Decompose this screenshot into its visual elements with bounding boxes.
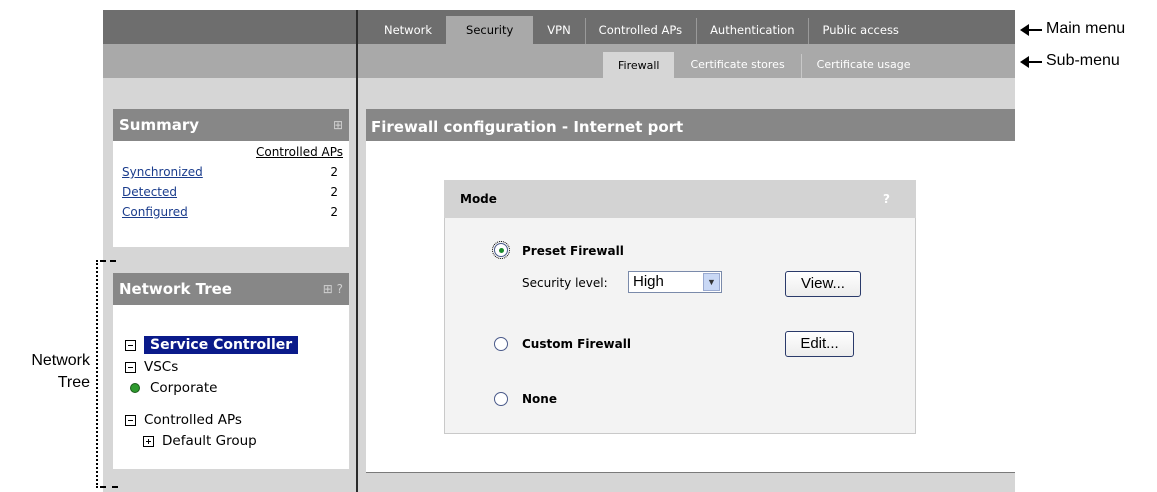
main-menu-annotation: Main menu (1046, 20, 1126, 37)
summary-value: 2 (330, 185, 338, 199)
status-ok-icon (130, 383, 140, 393)
custom-firewall-radio[interactable] (494, 337, 508, 351)
tree-node-controlled-aps[interactable]: Controlled APs (125, 412, 242, 428)
main-menu: Network Security VPN Controlled APs Auth… (370, 10, 913, 44)
tab-controlled-aps[interactable]: Controlled APs (584, 10, 696, 44)
tree-node-default-group[interactable]: Default Group (143, 433, 257, 449)
bracket-line (96, 260, 98, 488)
annotation-line: Tree (57, 374, 90, 391)
subtab-certificate-usage[interactable]: Certificate usage (800, 44, 927, 78)
summary-link-synchronized[interactable]: Synchronized (122, 165, 203, 179)
bracket-top (100, 260, 116, 262)
summary-panel: Summary ⊞ Controlled APs Synchronized 2 … (113, 109, 349, 247)
tree-node-vscs[interactable]: VSCs (125, 359, 178, 375)
network-tree-panel: Network Tree ⊞ ? Service Controller VSCs… (113, 273, 349, 469)
tree-node-label[interactable]: Controlled APs (144, 412, 242, 428)
collapse-icon[interactable] (125, 414, 136, 426)
tab-public-access[interactable]: Public access (808, 10, 912, 44)
tree-node-label[interactable]: Service Controller (144, 336, 299, 354)
summary-row: Detected 2 (122, 185, 338, 199)
security-level-select[interactable]: High ▼ (628, 271, 722, 293)
help-icon[interactable]: ? (883, 180, 890, 218)
help-icon[interactable]: ? (337, 282, 343, 296)
preset-firewall-label[interactable]: Preset Firewall (522, 244, 624, 258)
network-tree-annotation: Network Tree (0, 350, 90, 394)
none-radio[interactable] (494, 392, 508, 406)
subtab-firewall[interactable]: Firewall (603, 52, 675, 78)
bracket-bottom (100, 486, 118, 488)
tree-node-label[interactable]: Default Group (162, 433, 257, 449)
network-tree-header: Network Tree ⊞ ? (113, 273, 349, 305)
summary-header: Summary ⊞ (113, 109, 349, 141)
preset-firewall-radio[interactable] (492, 241, 510, 259)
custom-firewall-label[interactable]: Custom Firewall (522, 337, 631, 351)
summary-value: 2 (330, 205, 338, 219)
collapse-icon[interactable] (125, 361, 136, 373)
security-level-label: Security level: (522, 276, 608, 290)
annotation-line: Network (31, 352, 90, 369)
tab-vpn[interactable]: VPN (533, 10, 584, 44)
subtab-certificate-stores[interactable]: Certificate stores (674, 44, 800, 78)
sub-menu-arrow-icon (1020, 56, 1042, 68)
summary-link-detected[interactable]: Detected (122, 185, 177, 199)
summary-value: 2 (330, 165, 338, 179)
sub-menu-annotation: Sub-menu (1046, 52, 1120, 69)
pin-icon[interactable]: ⊞ (323, 282, 333, 296)
page-title: Firewall configuration - Internet port (366, 109, 1015, 141)
tab-network[interactable]: Network (370, 10, 446, 44)
summary-title: Summary (119, 116, 200, 134)
mode-box (444, 180, 916, 434)
tree-node-label[interactable]: Corporate (150, 380, 218, 396)
mode-header: Mode ? (444, 180, 916, 218)
view-button[interactable]: View... (785, 271, 861, 297)
chevron-down-icon[interactable]: ▼ (703, 273, 720, 291)
pin-icon[interactable]: ⊞ (333, 109, 343, 141)
summary-link-configured[interactable]: Configured (122, 205, 188, 219)
summary-row: Synchronized 2 (122, 165, 338, 179)
network-tree-header-icons: ⊞ ? (323, 273, 343, 305)
divider (366, 472, 1015, 473)
collapse-icon[interactable] (125, 339, 136, 351)
tab-security[interactable]: Security (446, 16, 534, 44)
mode-title: Mode (460, 192, 497, 206)
none-label[interactable]: None (522, 392, 557, 406)
tree-node-label[interactable]: VSCs (144, 359, 178, 375)
expand-icon[interactable] (143, 435, 154, 447)
summary-column-header: Controlled APs (255, 145, 343, 159)
main-menu-arrow-icon (1020, 24, 1042, 36)
pane-divider (356, 10, 358, 492)
tree-node-corporate[interactable]: Corporate (130, 380, 218, 396)
security-level-value: High (633, 273, 664, 290)
sub-menu: Firewall Certificate stores Certificate … (603, 44, 927, 78)
network-tree-title: Network Tree (119, 280, 232, 298)
edit-button[interactable]: Edit... (785, 331, 854, 357)
tab-authentication[interactable]: Authentication (696, 10, 808, 44)
summary-row: Configured 2 (122, 205, 338, 219)
tree-node-service-controller[interactable]: Service Controller (125, 336, 299, 354)
